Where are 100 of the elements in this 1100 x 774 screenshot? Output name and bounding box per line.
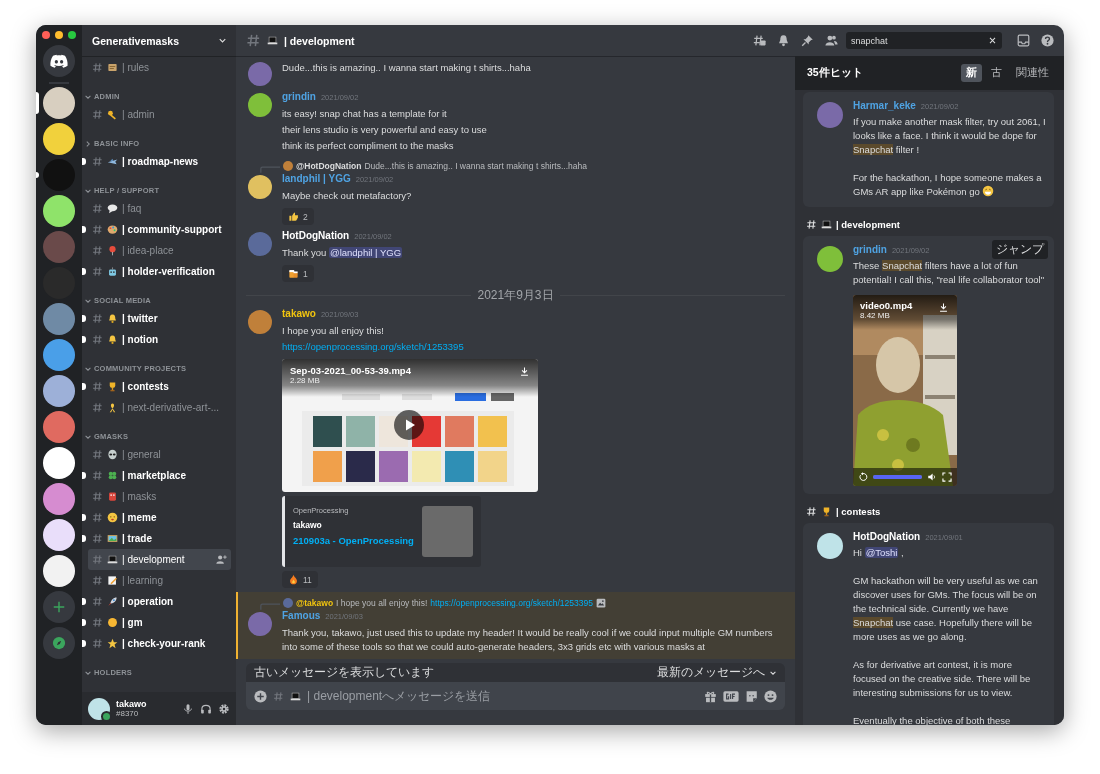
gif-icon[interactable] <box>723 689 739 703</box>
avatar[interactable] <box>248 175 272 199</box>
embed-title-link[interactable]: 210903a - OpenProcessing <box>293 535 414 546</box>
search-input[interactable]: snapchat <box>851 35 988 46</box>
members-icon[interactable] <box>825 34 838 47</box>
settings-icon[interactable] <box>218 702 230 715</box>
reply-author[interactable]: @takawo <box>296 598 334 608</box>
gift-icon[interactable] <box>704 689 717 703</box>
avatar[interactable] <box>817 246 843 272</box>
sort-tab[interactable]: 古 <box>986 64 1007 82</box>
author-name[interactable]: HotDogNation <box>853 531 921 542</box>
download-icon[interactable] <box>519 366 530 377</box>
clear-search-icon[interactable] <box>988 36 997 45</box>
channel-item[interactable]: | general <box>88 444 231 465</box>
channel-item[interactable]: | faq <box>88 198 231 219</box>
server-icon[interactable] <box>43 87 75 119</box>
sticker-icon[interactable] <box>745 689 758 703</box>
channel-item[interactable]: | next-derivative-art-... <box>88 397 231 418</box>
message-field[interactable]: | developmentへメッセージを送信 <box>246 682 785 710</box>
sort-tab[interactable]: 新 <box>961 64 982 82</box>
mention-link[interactable]: @landphil | YGG <box>329 247 403 258</box>
mention-link[interactable]: @Toshi <box>864 547 899 558</box>
explore-button[interactable] <box>43 627 75 659</box>
bell-icon[interactable] <box>777 34 790 47</box>
jump-to-latest-button[interactable]: 最新のメッセージへ <box>657 664 777 681</box>
channel-item[interactable]: | trade <box>88 528 231 549</box>
server-icon[interactable] <box>43 339 75 371</box>
home-button[interactable] <box>43 45 75 77</box>
close-window-button[interactable] <box>42 31 50 39</box>
avatar[interactable] <box>817 533 843 559</box>
channel-item[interactable]: | operation <box>88 591 231 612</box>
server-icon[interactable] <box>43 195 75 227</box>
author-name[interactable]: Harmar_keke <box>853 100 916 111</box>
channel-item[interactable]: | notion <box>88 329 231 350</box>
channel-item[interactable]: | meme <box>88 507 231 528</box>
zoom-window-button[interactable] <box>68 31 76 39</box>
avatar[interactable] <box>248 310 272 334</box>
download-icon[interactable] <box>938 302 949 313</box>
emoji-picker-icon[interactable] <box>764 689 777 703</box>
search-field[interactable]: snapchat <box>846 32 1002 49</box>
channel-item[interactable]: | rules <box>88 57 231 78</box>
reaction-button[interactable]: 1 <box>282 265 314 282</box>
reaction-button[interactable]: 2 <box>282 208 314 225</box>
avatar[interactable] <box>283 161 293 171</box>
volume-icon[interactable] <box>927 472 937 482</box>
server-icon[interactable] <box>43 483 75 515</box>
server-icon[interactable] <box>43 555 75 587</box>
headphones-icon[interactable] <box>200 702 212 715</box>
inbox-icon[interactable] <box>1017 34 1030 47</box>
channel-item[interactable]: | check-your-rank <box>88 633 231 654</box>
channel-item[interactable]: | learning <box>88 570 231 591</box>
search-result-card[interactable] <box>803 523 1054 725</box>
play-button[interactable] <box>394 410 424 440</box>
reply-text[interactable]: I hope you all enjoy this! <box>336 598 428 608</box>
threads-icon[interactable] <box>753 34 766 47</box>
server-name[interactable]: Generativemasks <box>92 34 179 47</box>
add-member-icon[interactable] <box>216 554 227 565</box>
server-icon[interactable] <box>43 123 75 155</box>
add-attachment-icon[interactable] <box>254 689 267 703</box>
link[interactable]: https://openprocessing.org/sketch/1253395 <box>282 339 785 355</box>
reply-text[interactable]: Dude...this is amazing.. I wanna start making t shirts...haha <box>364 161 587 171</box>
author-name[interactable]: grindin <box>853 244 887 255</box>
jump-button[interactable]: ジャンプ <box>992 240 1048 259</box>
pin-icon[interactable] <box>801 34 814 47</box>
channel-item[interactable]: | admin <box>88 104 231 125</box>
channel-item[interactable]: | twitter <box>88 308 231 329</box>
channel-label[interactable]: | development <box>836 219 900 230</box>
channel-item[interactable]: | idea-place <box>88 240 231 261</box>
channel-item[interactable]: | roadmap-news <box>88 151 231 172</box>
author-name[interactable]: HotDogNation <box>282 230 350 241</box>
reply-author[interactable]: @HotDogNation <box>296 161 362 171</box>
message-text: As for derivative art contest, it is more focused on the creative side. There will be interesting submissions for us to view. <box>853 658 1032 700</box>
microphone-icon[interactable] <box>182 702 194 715</box>
channel-item[interactable]: | community-support <box>88 219 231 240</box>
sort-tab[interactable]: 関連性 <box>1011 64 1054 82</box>
replay-icon[interactable] <box>858 472 868 482</box>
channel-item[interactable]: | contests <box>88 376 231 397</box>
channel-item[interactable]: | gm <box>88 612 231 633</box>
message-input[interactable]: | developmentへメッセージを送信 <box>307 689 698 703</box>
channel-item[interactable]: | marketplace <box>88 465 231 486</box>
minimize-window-button[interactable] <box>55 31 63 39</box>
author-name[interactable]: Famous <box>282 610 321 621</box>
channel-item[interactable]: | holder-verification <box>88 261 231 282</box>
server-icon[interactable] <box>43 375 75 407</box>
server-icon[interactable] <box>43 519 75 551</box>
author-name[interactable]: grindin <box>282 91 316 102</box>
avatar[interactable] <box>248 93 272 117</box>
help-icon[interactable] <box>1041 34 1054 47</box>
add-server-button[interactable] <box>43 591 75 623</box>
author-name[interactable]: landphil | YGG <box>282 173 351 184</box>
fullscreen-icon[interactable] <box>942 472 952 482</box>
channel-item[interactable]: | masks <box>88 486 231 507</box>
channel-label[interactable]: | contests <box>836 506 881 517</box>
user-avatar[interactable] <box>88 697 110 720</box>
author-name[interactable]: takawo <box>282 308 316 319</box>
link[interactable]: https://openprocessing.org/sketch/1253395 <box>430 598 593 608</box>
reaction-button[interactable]: 11 <box>282 571 318 588</box>
search-result-card[interactable] <box>803 92 1054 207</box>
channel-item[interactable]: | development <box>88 549 231 570</box>
server-icon[interactable] <box>43 447 75 479</box>
